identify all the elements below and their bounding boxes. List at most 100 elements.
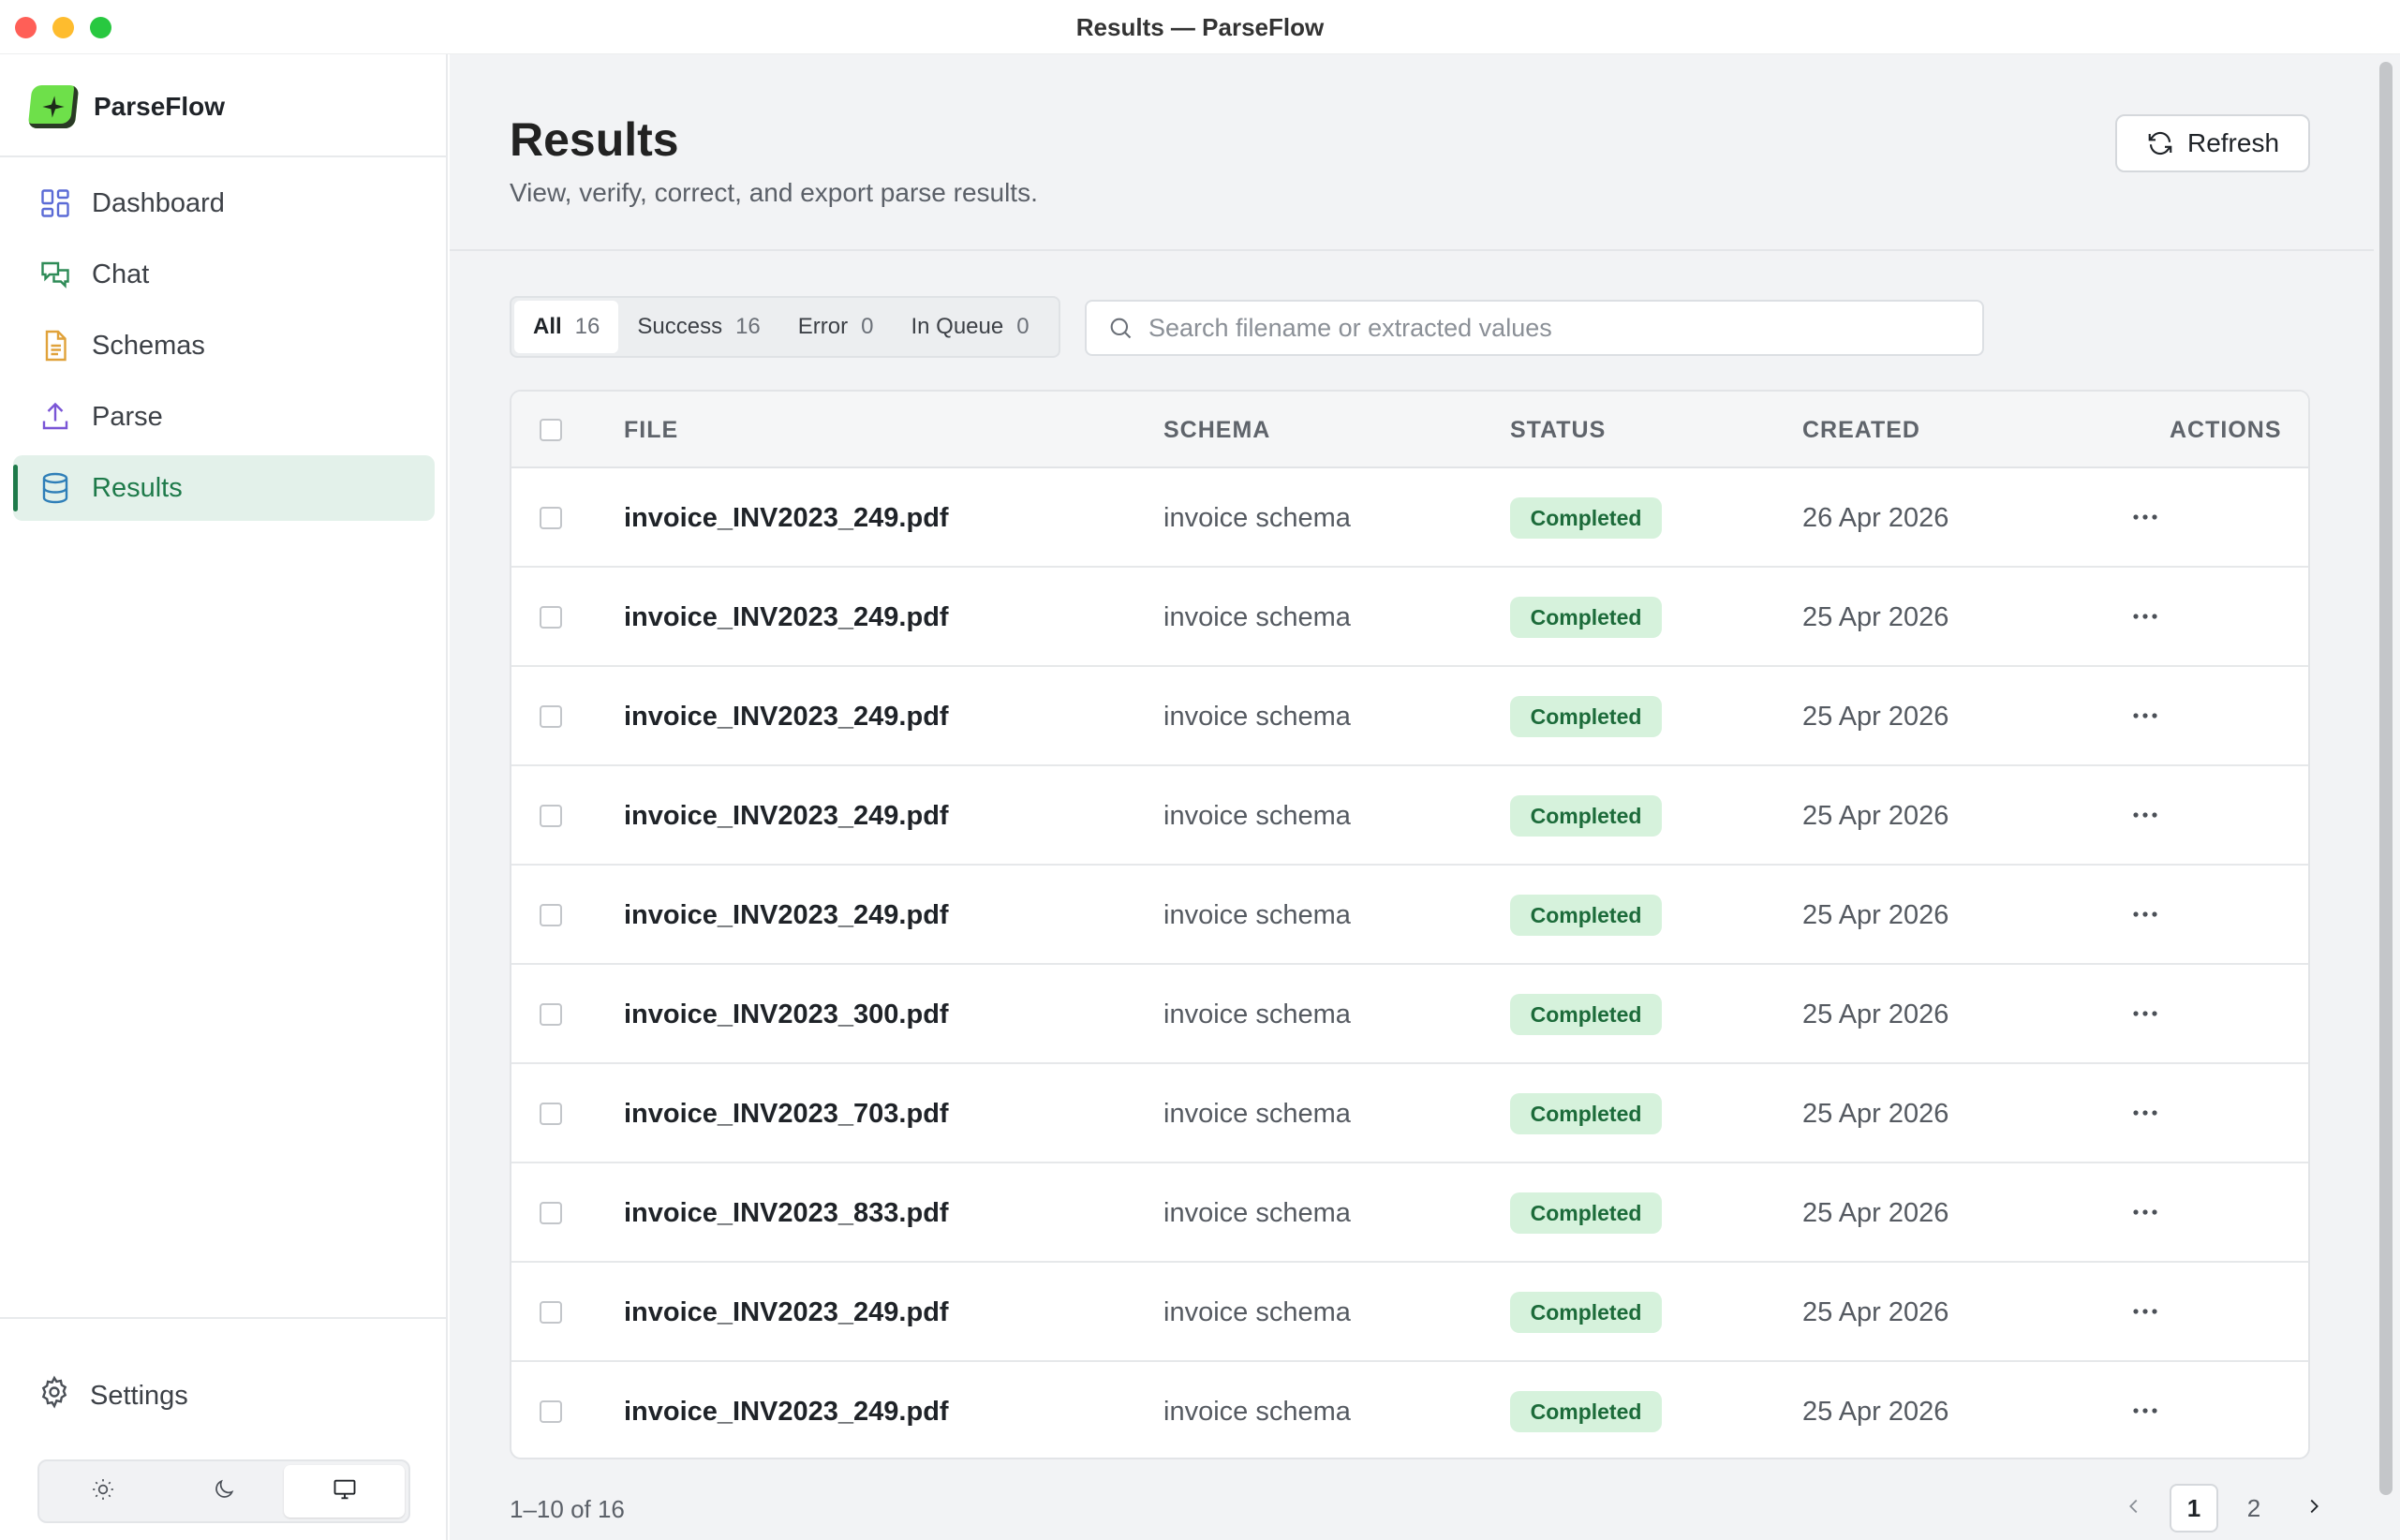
- row-actions-button[interactable]: [2117, 800, 2173, 832]
- tab-success[interactable]: Success 16: [618, 301, 778, 353]
- schema-name: invoice schema: [1163, 801, 1351, 831]
- file-name[interactable]: invoice_INV2023_833.pdf: [624, 1163, 949, 1263]
- table-row[interactable]: invoice_INV2023_249.pdf invoice schema Com…: [511, 568, 2308, 667]
- file-name[interactable]: invoice_INV2023_300.pdf: [624, 965, 949, 1064]
- tab-label: Success: [637, 314, 723, 339]
- parseflow-logo-icon: [27, 85, 80, 128]
- file-name[interactable]: invoice_INV2023_249.pdf: [624, 866, 949, 965]
- status-filter-tabs: All 16 Success 16 Error 0 In Queue 0: [510, 296, 1060, 358]
- select-all-checkbox[interactable]: [540, 419, 562, 441]
- more-horizontal-icon: [2131, 708, 2159, 725]
- sidebar-divider: [0, 155, 448, 157]
- page-button-1[interactable]: 1: [2170, 1484, 2218, 1533]
- table-row[interactable]: invoice_INV2023_249.pdf invoice schema Com…: [511, 468, 2308, 568]
- column-header-status[interactable]: STATUS: [1510, 392, 1606, 468]
- table-row[interactable]: invoice_INV2023_249.pdf invoice schema Com…: [511, 1362, 2308, 1458]
- sun-icon: [91, 1477, 115, 1506]
- app-window: Results — ParseFlow ParseFlow Dashboard …: [0, 0, 2400, 1540]
- status-badge: Completed: [1510, 1391, 1662, 1432]
- table-row[interactable]: invoice_INV2023_833.pdf invoice schema Com…: [511, 1163, 2308, 1263]
- upload-icon: [37, 399, 73, 435]
- row-actions-button[interactable]: [2117, 1098, 2173, 1130]
- created-date: 26 Apr 2026: [1802, 503, 1949, 533]
- document-icon: [37, 328, 73, 363]
- page-title: Results: [510, 113, 679, 166]
- file-name[interactable]: invoice_INV2023_249.pdf: [624, 568, 949, 667]
- created-date: 25 Apr 2026: [1802, 1198, 1949, 1228]
- moon-icon: [212, 1477, 236, 1506]
- sidebar-item-results[interactable]: Results: [13, 455, 435, 521]
- brand[interactable]: ParseFlow: [27, 84, 225, 129]
- chat-bubbles-icon: [37, 257, 73, 292]
- sidebar-item-parse[interactable]: Parse: [13, 384, 435, 450]
- row-actions-button[interactable]: [2117, 1396, 2173, 1428]
- settings-link[interactable]: Settings: [37, 1375, 188, 1416]
- vertical-scrollbar[interactable]: [2374, 54, 2400, 1540]
- row-checkbox[interactable]: [540, 805, 562, 827]
- search-icon: [1107, 315, 1133, 341]
- row-checkbox[interactable]: [540, 705, 562, 728]
- more-horizontal-icon: [2131, 807, 2159, 824]
- sidebar-item-schemas[interactable]: Schemas: [13, 313, 435, 378]
- sidebar-item-dashboard[interactable]: Dashboard: [13, 170, 435, 236]
- sidebar: ParseFlow Dashboard Chat Schemas Parse R…: [0, 54, 448, 1540]
- table-row[interactable]: invoice_INV2023_249.pdf invoice schema Com…: [511, 667, 2308, 766]
- more-horizontal-icon: [2131, 609, 2159, 626]
- tab-in-queue[interactable]: In Queue 0: [892, 301, 1047, 353]
- row-checkbox[interactable]: [540, 904, 562, 926]
- table-row[interactable]: invoice_INV2023_249.pdf invoice schema Com…: [511, 1263, 2308, 1362]
- results-table: FILE SCHEMA STATUS CREATED ACTIONS invoi…: [510, 390, 2310, 1459]
- row-checkbox[interactable]: [540, 1400, 562, 1423]
- theme-light-button[interactable]: [43, 1465, 164, 1518]
- file-name[interactable]: invoice_INV2023_249.pdf: [624, 1362, 949, 1458]
- column-header-file[interactable]: FILE: [624, 392, 678, 468]
- table-row[interactable]: invoice_INV2023_300.pdf invoice schema Com…: [511, 965, 2308, 1064]
- next-page-button[interactable]: [2289, 1484, 2338, 1533]
- previous-page-button[interactable]: [2110, 1484, 2158, 1533]
- row-checkbox[interactable]: [540, 507, 562, 529]
- sidebar-item-label: Parse: [92, 401, 163, 432]
- column-header-created[interactable]: CREATED: [1802, 392, 1920, 468]
- row-actions-button[interactable]: [2117, 502, 2173, 534]
- table-row[interactable]: invoice_INV2023_249.pdf invoice schema Com…: [511, 866, 2308, 965]
- sidebar-item-label: Results: [92, 472, 183, 503]
- sidebar-item-label: Dashboard: [92, 187, 225, 218]
- file-name[interactable]: invoice_INV2023_249.pdf: [624, 1263, 949, 1362]
- file-name[interactable]: invoice_INV2023_249.pdf: [624, 667, 949, 766]
- file-name[interactable]: invoice_INV2023_703.pdf: [624, 1064, 949, 1163]
- database-icon: [37, 470, 73, 506]
- column-header-schema[interactable]: SCHEMA: [1163, 392, 1270, 468]
- tab-label: Error: [797, 314, 849, 339]
- refresh-button[interactable]: Refresh: [2115, 114, 2310, 172]
- tab-error[interactable]: Error 0: [779, 301, 893, 353]
- row-actions-button[interactable]: [2117, 701, 2173, 733]
- refresh-label: Refresh: [2186, 128, 2280, 157]
- theme-system-button[interactable]: [284, 1465, 406, 1518]
- row-actions-button[interactable]: [2117, 1296, 2173, 1328]
- row-checkbox[interactable]: [540, 1103, 562, 1125]
- status-badge: Completed: [1510, 895, 1662, 936]
- status-badge: Completed: [1510, 795, 1662, 837]
- row-checkbox[interactable]: [540, 1301, 562, 1324]
- row-actions-button[interactable]: [2117, 999, 2173, 1030]
- row-actions-button[interactable]: [2117, 601, 2173, 633]
- row-checkbox[interactable]: [540, 1003, 562, 1026]
- table-row[interactable]: invoice_INV2023_703.pdf invoice schema Com…: [511, 1064, 2308, 1163]
- tab-label: In Queue: [911, 314, 1004, 339]
- row-actions-button[interactable]: [2117, 1197, 2173, 1229]
- sidebar-item-chat[interactable]: Chat: [13, 242, 435, 307]
- tab-all[interactable]: All 16: [514, 301, 619, 353]
- table-row[interactable]: invoice_INV2023_249.pdf invoice schema Com…: [511, 766, 2308, 866]
- theme-dark-button[interactable]: [164, 1465, 285, 1518]
- more-horizontal-icon: [2131, 1403, 2159, 1420]
- row-checkbox[interactable]: [540, 606, 562, 629]
- row-actions-button[interactable]: [2117, 899, 2173, 931]
- row-checkbox[interactable]: [540, 1202, 562, 1224]
- file-name[interactable]: invoice_INV2023_249.pdf: [624, 468, 949, 568]
- scrollbar-thumb[interactable]: [2379, 62, 2393, 1495]
- page-header: Results View, verify, correct, and expor…: [450, 54, 2374, 251]
- page-button-2[interactable]: 2: [2230, 1484, 2278, 1533]
- sidebar-nav: Dashboard Chat Schemas Parse Results: [13, 170, 435, 526]
- file-name[interactable]: invoice_INV2023_249.pdf: [624, 766, 949, 866]
- search-input[interactable]: [1148, 313, 1954, 343]
